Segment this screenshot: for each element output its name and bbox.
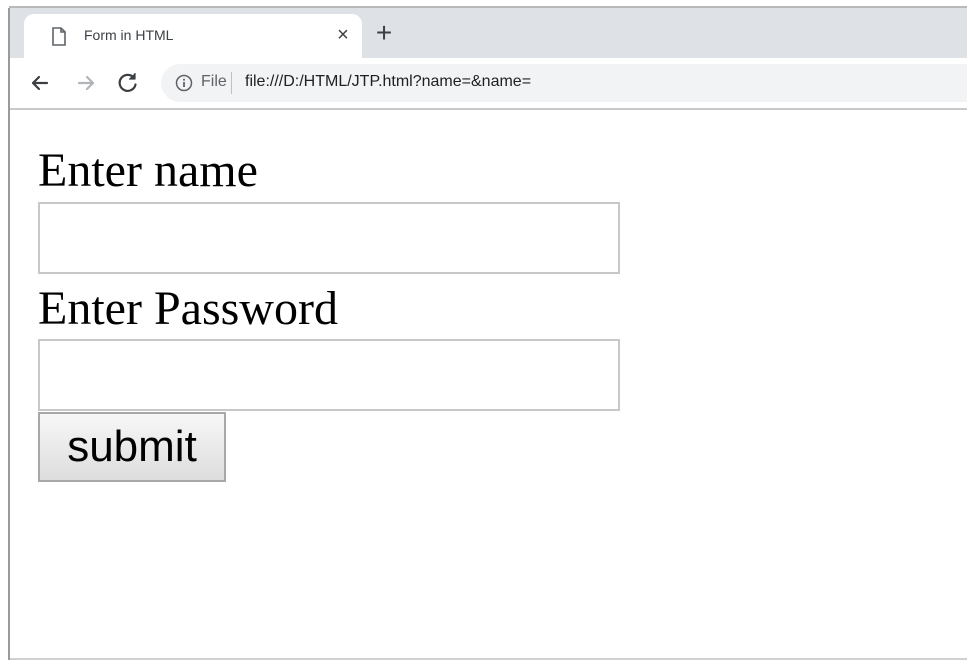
name-input[interactable]: [38, 202, 620, 274]
tab-strip: Form in HTML × +: [10, 8, 967, 58]
tab-title: Form in HTML: [84, 27, 174, 43]
address-bar[interactable]: File file:///D:/HTML/JTP.html?name=&name…: [161, 64, 967, 102]
page-content: Enter name Enter Password submit: [10, 110, 967, 660]
close-icon[interactable]: ×: [332, 24, 354, 46]
password-input[interactable]: [38, 339, 620, 411]
security-chip-label: File: [201, 73, 227, 90]
new-tab-button[interactable]: +: [370, 19, 398, 47]
password-label: Enter Password: [38, 282, 338, 335]
submit-button[interactable]: submit: [38, 412, 226, 482]
info-icon[interactable]: [175, 74, 193, 92]
reload-icon[interactable]: [114, 69, 142, 97]
name-label: Enter name: [38, 144, 258, 197]
browser-toolbar: File file:///D:/HTML/JTP.html?name=&name…: [10, 58, 967, 108]
forward-arrow-icon[interactable]: [72, 69, 100, 97]
document-icon: [50, 26, 68, 48]
address-separator: [231, 72, 232, 94]
back-arrow-icon[interactable]: [26, 69, 54, 97]
url-text[interactable]: file:///D:/HTML/JTP.html?name=&name=: [245, 73, 531, 91]
browser-tab[interactable]: Form in HTML ×: [24, 14, 362, 58]
